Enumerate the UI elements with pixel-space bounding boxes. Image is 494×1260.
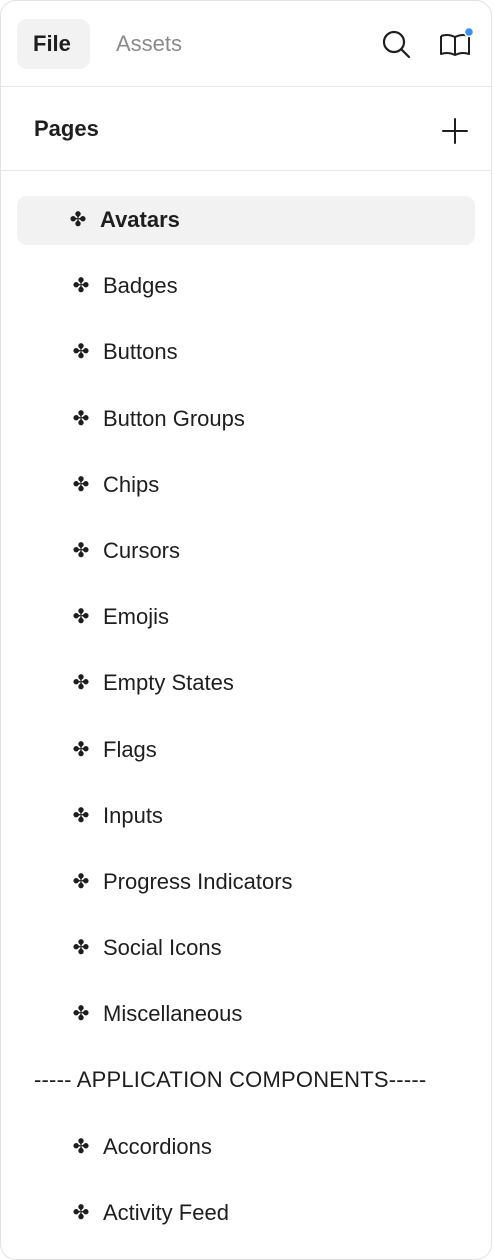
page-item-buttons[interactable]: ✤ Buttons xyxy=(17,328,475,394)
page-label: Badges xyxy=(103,273,178,299)
page-item-miscellaneous[interactable]: ✤ Miscellaneous xyxy=(17,990,475,1056)
page-label: Empty States xyxy=(103,670,234,696)
club-icon: ✤ xyxy=(72,804,90,827)
club-icon: ✤ xyxy=(72,672,90,695)
notification-dot xyxy=(463,26,473,38)
page-label: Avatars xyxy=(100,207,180,232)
pages-title: Pages xyxy=(34,116,99,141)
layers-panel: File Assets Pages ✤ Avatars ✤ Badges ✤ B… xyxy=(0,0,492,1260)
club-icon: ✤ xyxy=(72,407,90,430)
plus-icon xyxy=(442,118,468,144)
page-item-activity-feed[interactable]: ✤ Activity Feed xyxy=(17,1189,475,1255)
page-item-section-separator[interactable]: ----- APPLICATION COMPONENTS----- xyxy=(17,1056,475,1122)
club-icon: ✤ xyxy=(72,275,90,298)
tab-assets[interactable]: Assets xyxy=(100,19,198,69)
pages-section-header: Pages xyxy=(1,87,491,171)
club-icon: ✤ xyxy=(69,209,87,231)
page-label: Miscellaneous xyxy=(103,1001,243,1027)
page-label: Inputs xyxy=(103,802,163,828)
page-item-emojis[interactable]: ✤ Emojis xyxy=(17,593,475,659)
page-label: Flags xyxy=(103,736,157,762)
page-item-social-icons[interactable]: ✤ Social Icons xyxy=(17,924,475,990)
club-icon: ✤ xyxy=(72,870,90,893)
page-label: Emojis xyxy=(103,604,170,630)
page-item-avatars[interactable]: ✤ Avatars xyxy=(17,196,475,245)
club-icon: ✤ xyxy=(72,1003,90,1026)
club-icon: ✤ xyxy=(72,539,90,562)
page-item-badges[interactable]: ✤ Badges xyxy=(17,262,475,328)
search-button[interactable] xyxy=(378,26,414,62)
page-item-empty-states[interactable]: ✤ Empty States xyxy=(17,659,475,725)
page-label: Chips xyxy=(103,471,160,497)
search-icon xyxy=(382,30,411,59)
page-item-progress-indicators[interactable]: ✤ Progress Indicators xyxy=(17,858,475,924)
page-item-flags[interactable]: ✤ Flags xyxy=(17,726,475,792)
club-icon: ✤ xyxy=(72,1201,90,1224)
page-label: Social Icons xyxy=(103,935,222,961)
page-label: Buttons xyxy=(103,339,178,365)
page-label: Button Groups xyxy=(103,405,245,431)
book-icon xyxy=(440,26,473,56)
library-button[interactable] xyxy=(437,26,473,62)
page-list: ✤ Avatars ✤ Badges ✤ Buttons ✤ Button Gr… xyxy=(1,171,491,1255)
add-page-button[interactable] xyxy=(438,114,472,148)
club-icon: ✤ xyxy=(72,1135,90,1158)
club-icon: ✤ xyxy=(72,937,90,960)
page-item-inputs[interactable]: ✤ Inputs xyxy=(17,792,475,858)
page-label: Cursors xyxy=(103,537,181,563)
page-item-button-groups[interactable]: ✤ Button Groups xyxy=(17,395,475,461)
page-label: Accordions xyxy=(103,1133,212,1159)
panel-header: File Assets xyxy=(1,1,491,87)
page-label: Progress Indicators xyxy=(103,868,293,894)
page-item-cursors[interactable]: ✤ Cursors xyxy=(17,527,475,593)
club-icon: ✤ xyxy=(72,473,90,496)
page-label: ----- APPLICATION COMPONENTS----- xyxy=(34,1067,427,1093)
club-icon: ✤ xyxy=(72,606,90,629)
page-item-chips[interactable]: ✤ Chips xyxy=(17,461,475,527)
page-label: Activity Feed xyxy=(103,1199,229,1225)
club-icon: ✤ xyxy=(72,738,90,761)
page-item-accordions[interactable]: ✤ Accordions xyxy=(17,1123,475,1189)
tab-file[interactable]: File xyxy=(17,19,90,69)
club-icon: ✤ xyxy=(72,341,90,364)
